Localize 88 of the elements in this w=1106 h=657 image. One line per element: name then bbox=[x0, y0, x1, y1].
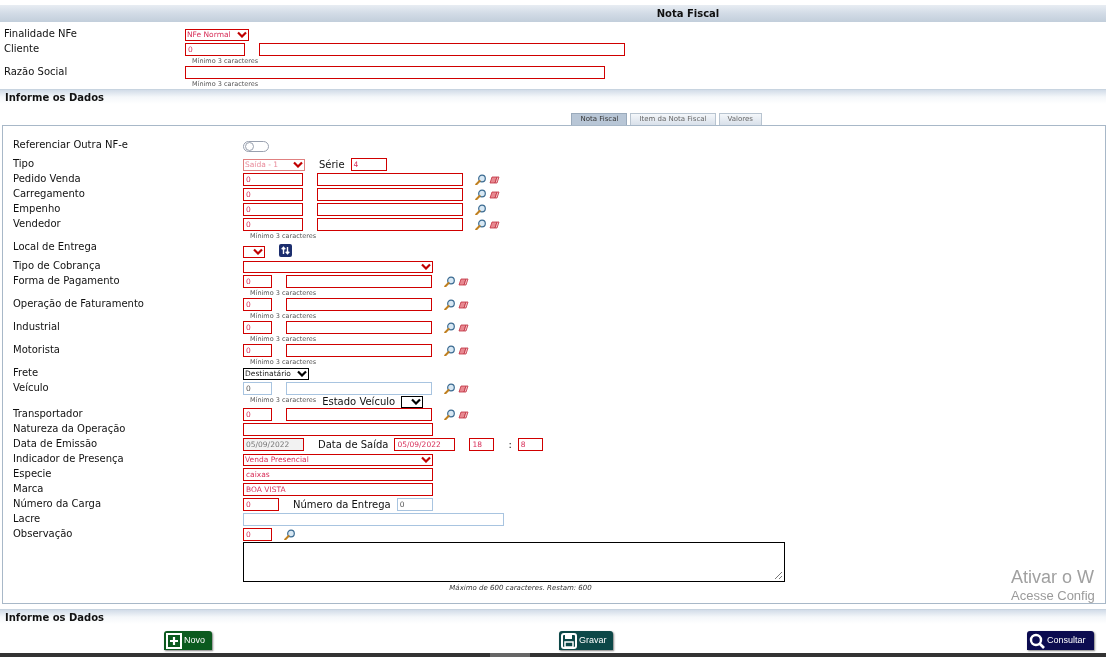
field-label: Motorista bbox=[13, 344, 60, 355]
chevron-icon bbox=[236, 31, 247, 38]
field-label: Indicador de Presença bbox=[13, 453, 124, 464]
input-field[interactable] bbox=[286, 382, 432, 395]
input-field[interactable] bbox=[317, 203, 463, 216]
input-field[interactable] bbox=[259, 43, 625, 56]
chevron-icon bbox=[421, 263, 431, 270]
field-label: Vendedor bbox=[13, 218, 61, 229]
search-icon[interactable] bbox=[444, 322, 455, 333]
input-field[interactable] bbox=[286, 275, 432, 288]
resize-grip-icon[interactable] bbox=[774, 571, 783, 580]
input-field[interactable] bbox=[243, 423, 433, 436]
toggle-switch[interactable] bbox=[243, 141, 269, 152]
field-label: Empenho bbox=[13, 203, 61, 214]
eraser-icon[interactable] bbox=[458, 299, 469, 310]
search-icon[interactable] bbox=[444, 276, 455, 287]
input-field[interactable] bbox=[286, 321, 432, 334]
field-label: Operação de Faturamento bbox=[13, 298, 144, 309]
eraser-icon[interactable] bbox=[489, 174, 500, 185]
input-field[interactable] bbox=[286, 408, 432, 421]
field-label: Frete bbox=[13, 367, 39, 378]
chevron-icon bbox=[293, 161, 303, 168]
input-field[interactable] bbox=[317, 173, 463, 186]
field-label: Industrial bbox=[13, 321, 60, 332]
field-label: Razão Social bbox=[4, 66, 68, 77]
search-icon[interactable] bbox=[475, 189, 486, 200]
field-label: Pedido Venda bbox=[13, 173, 81, 184]
toolbar-button[interactable]: Consultar bbox=[1027, 631, 1094, 650]
eraser-icon[interactable] bbox=[458, 383, 469, 394]
toolbar-button[interactable]: Gravar bbox=[559, 631, 613, 650]
section-title: Informe os Dados bbox=[5, 90, 104, 104]
field-label: Local de Entrega bbox=[13, 241, 97, 252]
field-label: Natureza da Operação bbox=[13, 423, 126, 434]
input-field[interactable] bbox=[286, 298, 432, 311]
text-area[interactable] bbox=[243, 542, 785, 582]
search-icon bbox=[1029, 632, 1045, 649]
search-icon[interactable] bbox=[284, 529, 295, 540]
field-label: Transportador bbox=[13, 408, 83, 419]
field-label: Forma de Pagamento bbox=[13, 275, 120, 286]
field-label: Lacre bbox=[13, 513, 41, 524]
chevron-icon bbox=[411, 398, 422, 405]
field-label: Número da Carga bbox=[13, 498, 102, 509]
field-label: Referenciar Outra NF-e bbox=[13, 139, 128, 150]
field-label: Número da Entrega bbox=[293, 499, 391, 510]
field-label: Cliente bbox=[4, 43, 40, 54]
field-label: Especie bbox=[13, 468, 52, 479]
field-label: Observação bbox=[13, 528, 73, 539]
eraser-icon[interactable] bbox=[458, 276, 469, 287]
activation-subtitle: Acesse Config bbox=[1011, 588, 1095, 603]
search-icon[interactable] bbox=[444, 409, 455, 420]
search-icon[interactable] bbox=[475, 204, 486, 215]
refresh-icon[interactable] bbox=[279, 244, 292, 257]
plus-square-icon bbox=[166, 632, 182, 649]
eraser-icon[interactable] bbox=[458, 345, 469, 356]
input-field[interactable] bbox=[286, 344, 432, 357]
field-label: Data de Emissão bbox=[13, 438, 98, 449]
input-field[interactable] bbox=[317, 218, 463, 231]
search-icon[interactable] bbox=[444, 383, 455, 394]
input-field[interactable] bbox=[185, 66, 605, 79]
field-label: Carregamento bbox=[13, 188, 85, 199]
dropdown[interactable] bbox=[401, 395, 424, 408]
section-title: Informe os Dados bbox=[5, 610, 104, 624]
search-icon[interactable] bbox=[444, 345, 455, 356]
search-icon[interactable] bbox=[475, 174, 486, 185]
field-label: Data de Saída bbox=[318, 439, 389, 450]
input-field[interactable] bbox=[243, 513, 504, 526]
eraser-icon[interactable] bbox=[489, 189, 500, 200]
field-label: : bbox=[508, 439, 512, 450]
eraser-icon[interactable] bbox=[458, 322, 469, 333]
search-icon[interactable] bbox=[444, 299, 455, 310]
field-label: Marca bbox=[13, 483, 44, 494]
page-title: Nota Fiscal bbox=[656, 7, 720, 20]
field-label: Tipo bbox=[13, 158, 35, 169]
activation-title: Ativar o W bbox=[1011, 566, 1095, 588]
field-label: Finalidade NFe bbox=[4, 28, 77, 39]
toolbar-button[interactable]: Novo bbox=[164, 631, 212, 650]
field-label: Veículo bbox=[13, 382, 49, 393]
input-field[interactable] bbox=[317, 188, 463, 201]
chevron-icon bbox=[296, 370, 307, 377]
chevron-icon bbox=[421, 456, 431, 463]
search-icon[interactable] bbox=[475, 219, 486, 230]
chevron-icon bbox=[253, 248, 263, 255]
eraser-icon[interactable] bbox=[458, 409, 469, 420]
field-label: Série bbox=[319, 159, 345, 170]
field-label: Tipo de Cobrança bbox=[13, 260, 101, 271]
field-label: Estado Veículo bbox=[322, 396, 396, 407]
dropdown[interactable] bbox=[243, 245, 265, 258]
eraser-icon[interactable] bbox=[489, 219, 500, 230]
